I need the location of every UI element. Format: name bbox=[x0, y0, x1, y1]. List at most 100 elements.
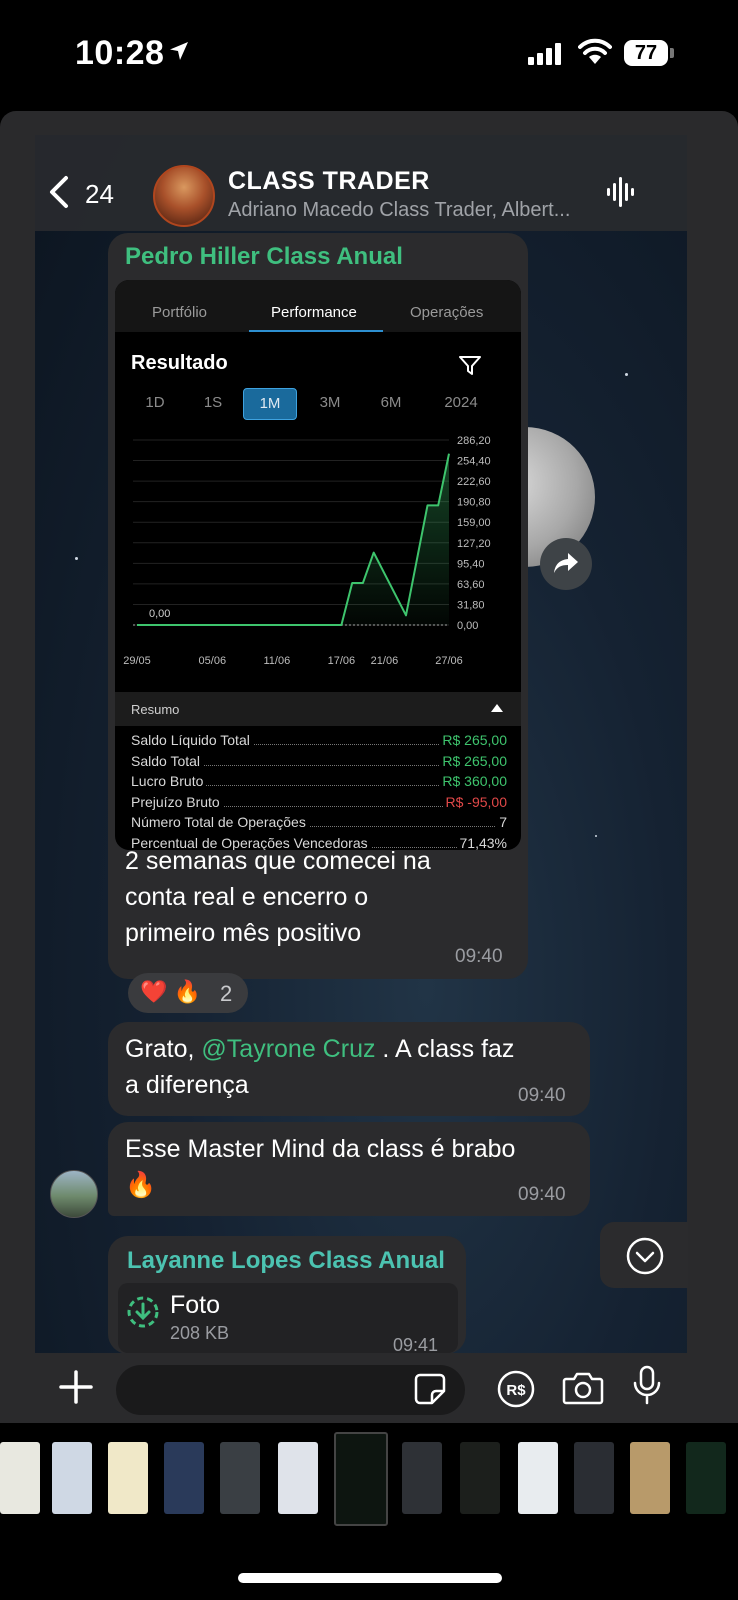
message-time: 09:40 bbox=[518, 1085, 566, 1106]
x-tick-label: 29/05 bbox=[123, 655, 151, 667]
period-1d: 1D bbox=[145, 394, 165, 411]
cellular-signal-icon bbox=[528, 43, 561, 65]
shared-screenshot[interactable]: Portfólio Performance Operações Resultad… bbox=[115, 280, 521, 850]
message-line: primeiro mês positivo bbox=[125, 919, 362, 947]
stat-label: Número Total de Operações bbox=[131, 814, 309, 830]
battery-tip bbox=[670, 48, 674, 58]
plus-icon[interactable] bbox=[58, 1369, 94, 1405]
wallpaper-star bbox=[625, 373, 628, 376]
text-fragment: . A class faz bbox=[375, 1035, 515, 1063]
group-name[interactable]: CLASS TRADER bbox=[228, 167, 430, 196]
photo-thumbnail[interactable] bbox=[52, 1442, 92, 1514]
caret-up-icon bbox=[491, 704, 503, 712]
fire-emoji: 🔥 bbox=[125, 1171, 157, 1199]
tab-performance: Performance bbox=[271, 304, 357, 321]
group-avatar[interactable] bbox=[153, 165, 215, 227]
stat-row: Prejuízo Bruto R$ -95,00 bbox=[131, 793, 507, 814]
stat-value: 7 bbox=[496, 814, 507, 830]
location-arrow-icon bbox=[170, 42, 188, 60]
performance-chart: 286,20 254,40 222,60 190,80 159,00 127,20 95,4… bbox=[123, 435, 491, 667]
message-input[interactable] bbox=[116, 1365, 465, 1415]
stat-row: Número Total de Operações 7 bbox=[131, 814, 507, 834]
reaction-emojis[interactable]: ❤️ 🔥 bbox=[140, 979, 201, 1005]
sender-name[interactable]: Layanne Lopes Class Anual bbox=[127, 1247, 445, 1275]
x-tick-label: 27/06 bbox=[435, 655, 463, 667]
photo-thumbnail-strip[interactable] bbox=[0, 1432, 738, 1526]
period-3m: 3M bbox=[319, 394, 341, 411]
filter-icon bbox=[459, 356, 481, 375]
photo-thumbnail[interactable] bbox=[220, 1442, 260, 1514]
stat-row: Saldo Total R$ 265,00 bbox=[131, 752, 507, 773]
stat-value: R$ 265,00 bbox=[439, 752, 507, 769]
sender-avatar[interactable] bbox=[50, 1170, 98, 1218]
period-2024: 2024 bbox=[444, 394, 478, 411]
photo-thumbnail[interactable] bbox=[402, 1442, 442, 1514]
message-line: Esse Master Mind da class é brabo bbox=[125, 1135, 516, 1163]
sticker-icon[interactable] bbox=[414, 1373, 446, 1405]
tab-operacoes: Operações bbox=[410, 304, 484, 321]
y-tick-label: 286,20 bbox=[457, 435, 491, 447]
stat-value: R$ 265,00 bbox=[439, 732, 507, 748]
series-area bbox=[137, 453, 449, 625]
message-text: 2 semanas que comecei na conta real e en… bbox=[125, 843, 455, 951]
y-tick-label: 0,00 bbox=[457, 620, 478, 632]
message-line: 2 semanas que comecei na bbox=[125, 847, 431, 875]
stat-row: Lucro Bruto R$ 360,00 bbox=[131, 773, 507, 793]
file-type: Foto bbox=[170, 1291, 221, 1319]
active-tab-underline bbox=[249, 330, 383, 332]
payment-icon[interactable]: R$ bbox=[496, 1369, 536, 1409]
y-tick-label: 127,20 bbox=[457, 538, 491, 550]
photo-thumbnail[interactable] bbox=[460, 1442, 500, 1514]
forward-button[interactable] bbox=[540, 538, 592, 590]
composer-bar: R$ bbox=[0, 1353, 738, 1423]
photo-thumbnail[interactable] bbox=[164, 1442, 204, 1514]
wifi-icon bbox=[578, 38, 612, 64]
stat-label: Prejuízo Bruto bbox=[131, 793, 223, 810]
message-line: Grato, @Tayrone Cruz . A class faz bbox=[125, 1031, 585, 1067]
stat-value: R$ 360,00 bbox=[439, 773, 507, 789]
message-text: Grato, @Tayrone Cruz . A class faz a dif… bbox=[125, 1031, 585, 1103]
stat-label: Lucro Bruto bbox=[131, 773, 207, 789]
battery-indicator: 77 bbox=[624, 40, 668, 66]
unread-count[interactable]: 24 bbox=[85, 179, 114, 210]
camera-icon[interactable] bbox=[562, 1371, 604, 1405]
back-chevron-icon[interactable] bbox=[47, 175, 71, 209]
photo-thumbnail[interactable] bbox=[0, 1442, 40, 1514]
period-1m: 1M bbox=[243, 388, 297, 420]
stat-label: Saldo Líquido Total bbox=[131, 732, 253, 748]
stat-value: 71,43% bbox=[456, 834, 507, 850]
period-6m: 6M bbox=[380, 394, 402, 411]
tab-portfolio: Portfólio bbox=[152, 304, 208, 321]
photo-thumbnail[interactable] bbox=[108, 1442, 148, 1514]
resumo-label: Resumo bbox=[131, 702, 180, 717]
message-text: Esse Master Mind da class é brabo 🔥 bbox=[125, 1131, 585, 1203]
photo-thumbnail[interactable] bbox=[334, 1432, 388, 1526]
status-bar: 10:28 77 bbox=[0, 0, 738, 110]
message-time: 09:40 bbox=[518, 1184, 566, 1205]
reactions-pill[interactable]: ❤️ 🔥 2 bbox=[128, 973, 248, 1013]
home-indicator[interactable] bbox=[238, 1573, 502, 1583]
result-title: Resultado bbox=[131, 352, 228, 374]
group-members[interactable]: Adriano Macedo Class Trader, Albert... bbox=[228, 199, 570, 222]
voice-chat-icon[interactable] bbox=[605, 175, 639, 209]
chevron-down-circle-icon bbox=[626, 1237, 664, 1275]
file-attachment[interactable]: Foto 208 KB 09:41 bbox=[118, 1283, 458, 1355]
x-tick-label: 21/06 bbox=[371, 655, 399, 667]
microphone-icon[interactable] bbox=[632, 1365, 662, 1407]
sender-name[interactable]: Pedro Hiller Class Anual bbox=[125, 243, 403, 271]
photo-thumbnail[interactable] bbox=[630, 1442, 670, 1514]
series-line bbox=[137, 453, 450, 626]
photo-thumbnail[interactable] bbox=[686, 1442, 726, 1514]
clock: 10:28 bbox=[75, 34, 165, 72]
message-line: conta real e encerro o bbox=[125, 883, 369, 911]
photo-thumbnail[interactable] bbox=[574, 1442, 614, 1514]
screenshot-tabbar: Portfólio Performance Operações bbox=[115, 280, 521, 332]
photo-thumbnail[interactable] bbox=[278, 1442, 318, 1514]
text-fragment: Grato, bbox=[125, 1035, 202, 1063]
scroll-down-button[interactable] bbox=[600, 1222, 688, 1288]
y-tick-label: 63,60 bbox=[457, 579, 485, 591]
photo-thumbnail[interactable] bbox=[518, 1442, 558, 1514]
mention-link[interactable]: @Tayrone Cruz bbox=[201, 1035, 375, 1063]
reaction-count: 2 bbox=[220, 981, 233, 1006]
download-icon[interactable] bbox=[126, 1295, 160, 1329]
